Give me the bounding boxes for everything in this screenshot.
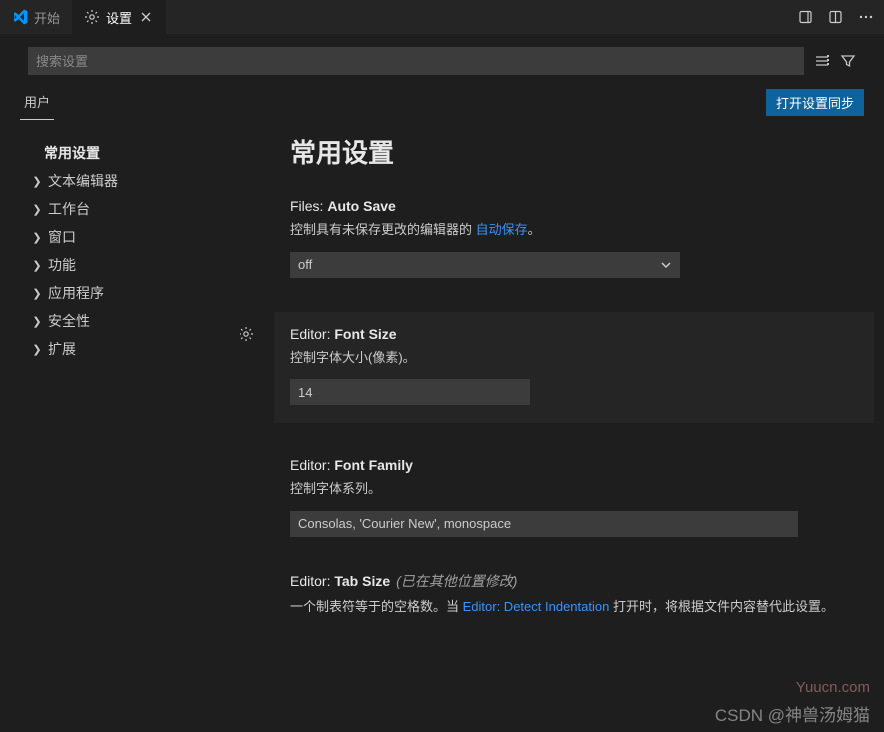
vscode-icon bbox=[12, 9, 28, 25]
sidebar-item-extensions[interactable]: ❯ 扩展 bbox=[30, 335, 240, 363]
font-size-input[interactable] bbox=[290, 379, 530, 405]
settings-body: 常用设置 ❯文本编辑器 ❯工作台 ❯窗口 ❯功能 ❯应用程序 ❯安全性 ❯扩展 … bbox=[0, 121, 884, 732]
tab-welcome-label: 开始 bbox=[34, 8, 60, 27]
chevron-right-icon: ❯ bbox=[30, 231, 44, 244]
settings-search-bar bbox=[20, 47, 864, 75]
sidebar-item-label: 应用程序 bbox=[48, 283, 104, 303]
tab-settings[interactable]: 设置 bbox=[72, 0, 166, 35]
search-input[interactable] bbox=[28, 47, 804, 75]
setting-auto-save: Files: Auto Save 控制具有未保存更改的编辑器的 自动保存。 of… bbox=[290, 198, 854, 278]
sidebar-heading-common[interactable]: 常用设置 bbox=[30, 139, 240, 167]
setting-desc: 控制字体系列。 bbox=[290, 479, 854, 499]
sidebar-item-label: 功能 bbox=[48, 255, 76, 275]
chevron-right-icon: ❯ bbox=[30, 315, 44, 328]
toggle-sidebar-icon[interactable] bbox=[798, 9, 814, 25]
sidebar-item-label: 窗口 bbox=[48, 227, 76, 247]
watermark-yuucn: Yuucn.com bbox=[796, 679, 870, 696]
chevron-right-icon: ❯ bbox=[30, 287, 44, 300]
setting-title: Editor: Font Family bbox=[290, 457, 854, 473]
settings-content: 常用设置 Files: Auto Save 控制具有未保存更改的编辑器的 自动保… bbox=[240, 121, 884, 732]
settings-sync-button[interactable]: 打开设置同步 bbox=[766, 89, 864, 116]
chevron-right-icon: ❯ bbox=[30, 259, 44, 272]
settings-sidebar: 常用设置 ❯ 文本编辑器 ❯ 工作台 ❯ 窗口 ❯ 功能 ❯ 应用程序 ❯ 安全性 ❯ 扩展 bbox=[0, 121, 240, 732]
font-family-input[interactable] bbox=[290, 511, 798, 537]
auto-save-link[interactable]: 自动保存 bbox=[476, 222, 528, 237]
sidebar-item-application[interactable]: ❯ 应用程序 bbox=[30, 279, 240, 307]
sidebar-item-label: 安全性 bbox=[48, 311, 90, 331]
tab-settings-label: 设置 bbox=[106, 8, 132, 27]
detect-indentation-link[interactable]: Editor: Detect Indentation bbox=[463, 599, 610, 614]
setting-title: Files: Auto Save bbox=[290, 198, 854, 214]
scope-tab-user[interactable]: 用户 bbox=[20, 84, 54, 120]
setting-title: Editor: Tab Size(已在其他位置修改) bbox=[290, 571, 854, 591]
setting-font-family: Editor: Font Family 控制字体系列。 bbox=[290, 457, 854, 537]
watermark-csdn: CSDN @神兽汤姆猫 bbox=[715, 701, 870, 726]
sidebar-item-label: 扩展 bbox=[48, 339, 76, 359]
sidebar-item-label: 工作台 bbox=[48, 199, 90, 219]
close-icon[interactable] bbox=[138, 9, 154, 25]
chevron-right-icon: ❯ bbox=[30, 203, 44, 216]
tab-welcome[interactable]: 开始 bbox=[0, 0, 72, 35]
tab-actions bbox=[798, 9, 884, 25]
sidebar-item-window[interactable]: ❯ 窗口 bbox=[30, 223, 240, 251]
setting-desc: 控制具有未保存更改的编辑器的 自动保存。 bbox=[290, 220, 854, 240]
setting-desc: 控制字体大小(像素)。 bbox=[290, 348, 858, 368]
clear-search-icon[interactable] bbox=[814, 53, 830, 69]
chevron-down-icon bbox=[660, 259, 672, 271]
setting-title: Editor: Font Size bbox=[290, 326, 858, 342]
chevron-right-icon: ❯ bbox=[30, 343, 44, 356]
sidebar-item-text-editor[interactable]: ❯ 文本编辑器 bbox=[30, 167, 240, 195]
sidebar-item-workbench[interactable]: ❯ 工作台 bbox=[30, 195, 240, 223]
setting-tab-size: Editor: Tab Size(已在其他位置修改) 一个制表符等于的空格数。当… bbox=[290, 571, 854, 617]
gear-icon[interactable] bbox=[240, 326, 254, 342]
select-value: off bbox=[298, 257, 312, 272]
filter-icon[interactable] bbox=[840, 53, 856, 69]
sidebar-item-label: 文本编辑器 bbox=[48, 171, 118, 191]
tab-bar: 开始 设置 bbox=[0, 0, 884, 35]
setting-desc: 一个制表符等于的空格数。当 Editor: Detect Indentation… bbox=[290, 597, 854, 617]
page-title: 常用设置 bbox=[290, 133, 854, 170]
setting-font-size: Editor: Font Size 控制字体大小(像素)。 bbox=[274, 312, 874, 424]
sidebar-item-security[interactable]: ❯ 安全性 bbox=[30, 307, 240, 335]
gear-icon bbox=[84, 9, 100, 25]
sidebar-item-features[interactable]: ❯ 功能 bbox=[30, 251, 240, 279]
more-icon[interactable] bbox=[858, 9, 874, 25]
auto-save-select[interactable]: off bbox=[290, 252, 680, 278]
scope-tabs: 用户 打开设置同步 bbox=[0, 83, 884, 121]
chevron-right-icon: ❯ bbox=[30, 175, 44, 188]
split-editor-icon[interactable] bbox=[828, 9, 844, 25]
